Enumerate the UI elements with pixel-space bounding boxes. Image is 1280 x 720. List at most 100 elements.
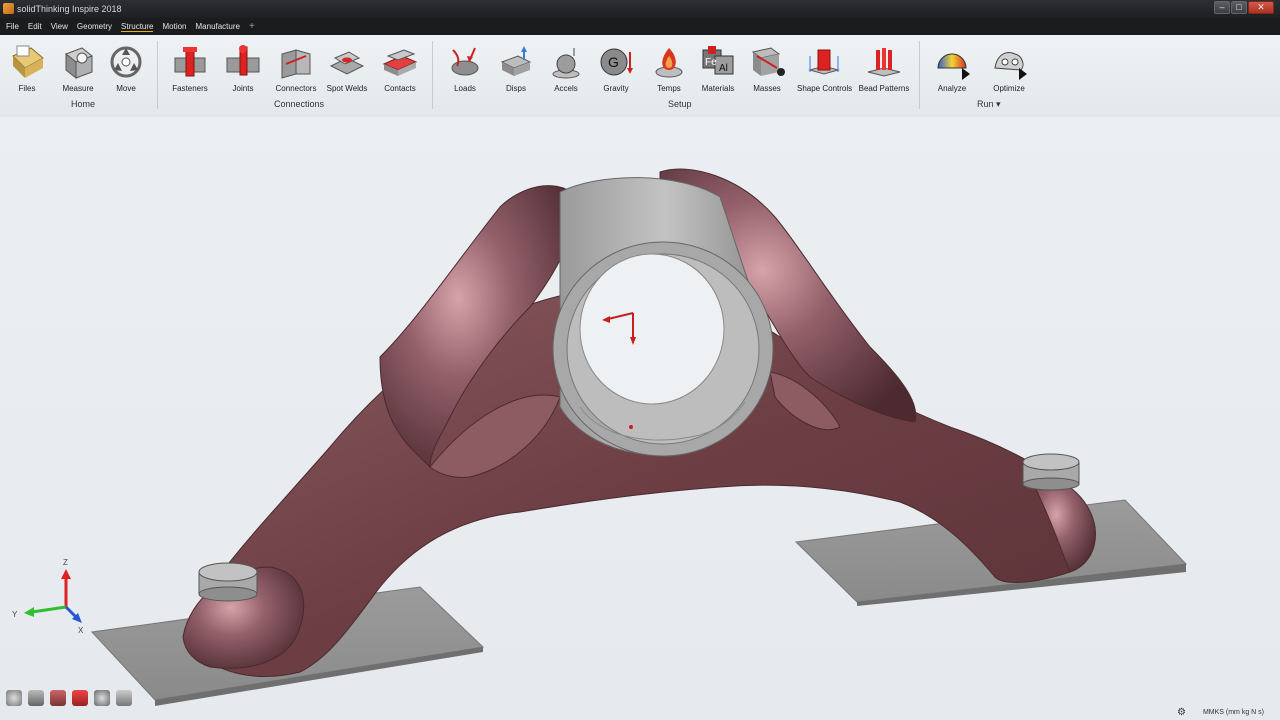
- files-tool[interactable]: Files: [0, 44, 54, 93]
- accels-label: Accels: [554, 84, 578, 93]
- measure-label: Measure: [62, 84, 94, 93]
- optimize-icon: [991, 44, 1027, 80]
- disps-label: Disps: [505, 84, 526, 93]
- svg-text:Al: Al: [719, 63, 728, 74]
- joints-tool[interactable]: Joints: [216, 44, 270, 93]
- menu-motion[interactable]: Motion: [162, 22, 186, 31]
- shape-controls-label: Shape Controls: [797, 84, 853, 93]
- zoom-fit-icon[interactable]: [94, 690, 110, 706]
- view-toolbar: [6, 690, 138, 706]
- modeling-viewport[interactable]: Z Y X ⚙ MMKS (mm kg N s): [0, 117, 1280, 720]
- analyze-label: Analyze: [937, 84, 967, 93]
- measure-tool[interactable]: Measure: [51, 44, 105, 93]
- spot-welds-tool[interactable]: Spot Welds: [320, 44, 374, 93]
- minimize-button[interactable]: –: [1214, 1, 1230, 14]
- spot-welds-icon: [329, 44, 365, 80]
- temps-icon: [651, 44, 687, 80]
- joints-icon: [225, 44, 261, 80]
- svg-text:G: G: [608, 54, 619, 70]
- axis-triad: Z Y X: [12, 558, 84, 635]
- maximize-button[interactable]: □: [1231, 1, 1247, 14]
- window-title: solidThinking Inspire 2018: [17, 4, 122, 14]
- joints-label: Joints: [232, 84, 254, 93]
- units-status[interactable]: MMKS (mm kg N s): [1203, 709, 1264, 716]
- move-label: Move: [116, 84, 136, 93]
- materials-icon: Fe Al: [700, 44, 736, 80]
- window-controls: – □ ✕: [1213, 1, 1274, 15]
- shape-controls-icon: [806, 44, 842, 80]
- units-gear-icon[interactable]: ⚙: [1177, 707, 1186, 718]
- ribbon-separator: [157, 41, 158, 109]
- add-tab-button[interactable]: +: [249, 21, 255, 32]
- contacts-icon: [382, 44, 418, 80]
- home-group-label: Home: [71, 99, 96, 109]
- measure-icon: [60, 44, 96, 80]
- analyze-tool[interactable]: Analyze: [925, 44, 979, 93]
- gravity-tool[interactable]: G Gravity: [589, 44, 643, 93]
- menu-view[interactable]: View: [51, 22, 68, 31]
- masses-icon: [749, 44, 785, 80]
- fasteners-tool[interactable]: Fasteners: [163, 44, 217, 93]
- connectors-icon: [278, 44, 314, 80]
- files-icon: [9, 44, 45, 80]
- menu-manufacture[interactable]: Manufacture: [196, 22, 240, 31]
- masses-label: Masses: [753, 84, 781, 93]
- materials-label: Materials: [701, 84, 735, 93]
- spot-welds-label: Spot Welds: [326, 84, 368, 93]
- shape-controls-tool[interactable]: Shape Controls: [797, 44, 853, 93]
- run-group-label[interactable]: Run ▾: [977, 99, 1001, 110]
- axis-y-label: Y: [12, 610, 18, 619]
- setup-group-label: Setup: [668, 99, 692, 109]
- camera-icon[interactable]: [28, 690, 44, 706]
- disps-tool[interactable]: Disps: [489, 44, 543, 93]
- model-scene: Z Y X: [12, 168, 1188, 706]
- gravity-icon: G: [598, 44, 634, 80]
- ribbon: Files Measure Move Home Fasteners Joints…: [0, 35, 1280, 117]
- accels-tool[interactable]: Accels: [539, 44, 593, 93]
- loads-icon: [447, 44, 483, 80]
- title-bar: solidThinking Inspire 2018 – □ ✕: [0, 0, 1280, 18]
- menu-file[interactable]: File: [6, 22, 19, 31]
- contacts-label: Contacts: [384, 84, 416, 93]
- analyze-icon: [934, 44, 970, 80]
- move-tool[interactable]: Move: [99, 44, 153, 93]
- optimize-label: Optimize: [993, 84, 1025, 93]
- bead-patterns-icon: [866, 44, 902, 80]
- bead-patterns-label: Bead Patterns: [858, 84, 910, 93]
- menu-edit[interactable]: Edit: [28, 22, 42, 31]
- optimize-tool[interactable]: Optimize: [982, 44, 1036, 93]
- section-cut-icon[interactable]: [50, 690, 66, 706]
- move-icon: [108, 44, 144, 80]
- disps-icon: [498, 44, 534, 80]
- ribbon-separator: [432, 41, 433, 109]
- loads-tool[interactable]: Loads: [438, 44, 492, 93]
- masses-tool[interactable]: Masses: [740, 44, 794, 93]
- render-mode-icon[interactable]: [72, 690, 88, 706]
- contacts-tool[interactable]: Contacts: [373, 44, 427, 93]
- svg-text:Fe: Fe: [705, 57, 717, 68]
- temps-label: Temps: [657, 84, 681, 93]
- app-logo-icon: [3, 3, 14, 14]
- view-eye-icon[interactable]: [6, 690, 22, 706]
- gravity-label: Gravity: [603, 84, 629, 93]
- accels-icon: [548, 44, 584, 80]
- ribbon-separator: [919, 41, 920, 109]
- view-cube-icon[interactable]: [116, 690, 132, 706]
- menu-geometry[interactable]: Geometry: [77, 22, 112, 31]
- fasteners-label: Fasteners: [172, 84, 208, 93]
- connectors-label: Connectors: [275, 84, 317, 93]
- materials-tool[interactable]: Fe Al Materials: [691, 44, 745, 93]
- connections-group-label: Connections: [274, 99, 325, 109]
- close-button[interactable]: ✕: [1248, 1, 1274, 14]
- menu-structure[interactable]: Structure: [121, 22, 154, 32]
- temps-tool[interactable]: Temps: [642, 44, 696, 93]
- left-bolt: [198, 562, 258, 602]
- files-label: Files: [18, 84, 36, 93]
- axis-x-label: X: [78, 626, 84, 635]
- bead-patterns-tool[interactable]: Bead Patterns: [857, 44, 911, 93]
- right-bolt: [1022, 453, 1080, 491]
- fasteners-icon: [172, 44, 208, 80]
- axis-z-label: Z: [63, 558, 68, 567]
- connectors-tool[interactable]: Connectors: [269, 44, 323, 93]
- loads-label: Loads: [454, 84, 476, 93]
